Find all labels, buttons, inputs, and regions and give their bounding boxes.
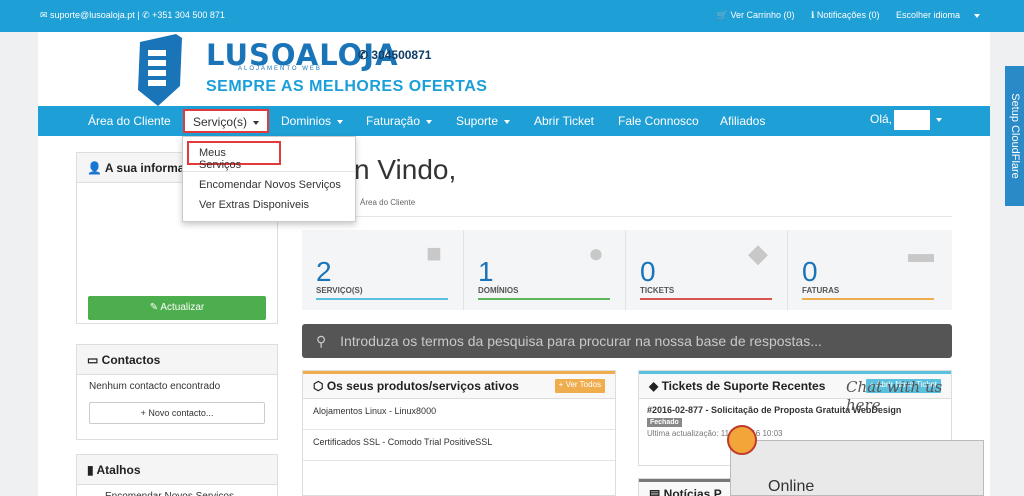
nav-dominios-label: Dominios (281, 114, 332, 128)
cloudflare-tab[interactable]: Setup CloudFlare (1005, 66, 1024, 206)
stat-value: 2 (316, 256, 332, 287)
stat-value: 0 (640, 256, 656, 287)
shield-logo-icon (138, 34, 182, 106)
status-badge: Fechado (647, 418, 682, 427)
products-title: Os seus produtos/serviços ativos (326, 379, 519, 393)
cart-link[interactable]: 🛒 Ver Carrinho (0) (717, 10, 795, 20)
dropdown-meus-servicos[interactable]: Meus Serviços (187, 141, 281, 171)
language-selector[interactable]: Escolher idioma (896, 10, 980, 20)
services-dropdown: Meus Serviços Encomendar Novos Serviços … (182, 136, 356, 222)
top-actions: 🛒 Ver Carrinho (0) ℹ Notificações (0) Es… (703, 10, 980, 21)
nav-faturacao[interactable]: Faturação (366, 114, 433, 128)
stat-tickets[interactable]: ◆ 0 TICKETS (626, 230, 788, 310)
nav-dominios[interactable]: Dominios (281, 114, 344, 128)
page-title: n Vindo, (354, 154, 457, 185)
cloudflare-label: Setup CloudFlare (1009, 93, 1021, 179)
chat-online-label: Online (768, 478, 815, 495)
stat-value: 0 (802, 256, 818, 287)
nav-faturacao-label: Faturação (366, 114, 421, 128)
update-button[interactable]: ✎ Actualizar (88, 296, 266, 320)
chevron-down-icon (974, 13, 980, 18)
new-contact-button[interactable]: + Novo contacto... (89, 402, 265, 424)
nav-fale-connosco[interactable]: Fale Connosco (618, 114, 699, 128)
cube-icon: ■ (426, 238, 442, 268)
ticket-updated: Ultima actualização: 11/02/2016 10:03 (647, 429, 783, 438)
language-label: Escolher idioma (895, 10, 960, 20)
phone-number: 304500871 (371, 48, 432, 62)
dropdown-divider (183, 171, 355, 172)
chat-note: Chat with us here (846, 378, 943, 414)
tickets-title: Tickets de Suporte Recentes (661, 379, 826, 393)
contacts-panel: ▭ Contactos Nenhum contacto encontrado +… (76, 344, 278, 440)
nav-servicos-label: Serviço(s) (193, 115, 248, 129)
chevron-down-icon (504, 119, 511, 124)
contacts-panel-header: ▭ Contactos (77, 345, 277, 375)
user-name-redacted (894, 110, 931, 130)
page-wrapper: LUSOALOJA ALOJAMENTO WEB ✆ 304500871 SEM… (38, 32, 990, 496)
nav-area-cliente[interactable]: Área do Cliente (88, 114, 171, 128)
stat-value: 1 (478, 256, 494, 287)
stat-bar (802, 298, 934, 300)
logo-tagline: SEMPRE AS MELHORES OFERTAS (206, 78, 488, 95)
contacts-panel-title: Contactos (101, 353, 161, 367)
knowledgebase-search[interactable]: ⚲ Introduza os termos da pesquisa para p… (302, 324, 952, 358)
shortcuts-panel-title: Atalhos (96, 463, 141, 477)
stat-faturas[interactable]: ▬ 0 FATURAS (788, 230, 950, 310)
news-title: Notícias P (663, 487, 722, 496)
view-all-button[interactable]: + Ver Todos (554, 379, 605, 393)
stat-bar (640, 298, 772, 300)
search-input[interactable]: Introduza os termos da pesquisa para pro… (340, 333, 822, 349)
shortcut-link[interactable]: Encomendar Novos Serviços (77, 485, 277, 496)
chat-avatar-icon (727, 425, 757, 455)
nav-afiliados[interactable]: Afiliados (720, 114, 765, 128)
chevron-down-icon (426, 119, 433, 124)
nav-servicos[interactable]: Serviço(s) (183, 109, 270, 133)
dropdown-extras[interactable]: Ver Extras Disponiveis (199, 199, 309, 211)
products-header: ⬡ Os seus produtos/serviços ativos + Ver… (303, 371, 615, 399)
stat-servicos[interactable]: ■ 2 SERVIÇO(S) (302, 230, 464, 310)
nav-suporte-label: Suporte (456, 114, 499, 128)
chevron-down-icon (253, 120, 260, 125)
chevron-down-icon (936, 118, 943, 122)
nav-suporte[interactable]: Suporte (456, 114, 511, 128)
stat-dominios[interactable]: ● 1 DOMÍNIOS (464, 230, 626, 310)
stat-label: FATURAS (802, 286, 840, 295)
top-bar: ✉ suporte@lusoaloja.pt | ✆ +351 304 500 … (0, 0, 1024, 32)
notifications-link[interactable]: ℹ Notificações (0) (811, 10, 879, 20)
comments-icon: ◆ (748, 238, 768, 268)
logo-phone: ✆ 304500871 (358, 48, 432, 62)
stats-row: ■ 2 SERVIÇO(S) ● 1 DOMÍNIOS ◆ 0 TICKETS … (302, 230, 952, 310)
product-item[interactable]: Alojamentos Linux - Linux8000 (303, 399, 615, 430)
stat-label: DOMÍNIOS (478, 286, 519, 295)
breadcrumb-divider (302, 216, 952, 217)
product-item[interactable]: Certificados SSL - Comodo Trial Positive… (303, 430, 615, 461)
logo-subtitle: ALOJAMENTO WEB (238, 66, 322, 72)
breadcrumb[interactable]: Área do Cliente (360, 198, 415, 207)
globe-icon: ● (588, 238, 604, 268)
dropdown-encomendar[interactable]: Encomendar Novos Serviços (199, 179, 341, 191)
nav-abrir-ticket[interactable]: Abrir Ticket (534, 114, 594, 128)
search-icon: ⚲ (316, 333, 327, 349)
site-header: LUSOALOJA ALOJAMENTO WEB ✆ 304500871 SEM… (38, 32, 990, 106)
chevron-down-icon (337, 119, 344, 124)
products-box: ⬡ Os seus produtos/serviços ativos + Ver… (302, 370, 616, 496)
credit-card-icon: ▬ (908, 238, 934, 268)
stat-bar (478, 298, 610, 300)
info-panel-title: A sua informa (104, 161, 185, 175)
nav-user-menu[interactable]: Olá, (870, 110, 943, 130)
stat-label: SERVIÇO(S) (316, 286, 363, 295)
shortcuts-panel: ▮ Atalhos Encomendar Novos Serviços (76, 454, 278, 496)
nav-user-greeting: Olá, (870, 112, 893, 127)
contact-info: ✉ suporte@lusoaloja.pt | ✆ +351 304 500 … (40, 10, 225, 20)
stat-label: TICKETS (640, 286, 675, 295)
stat-bar (316, 298, 448, 300)
contacts-empty-text: Nenhum contacto encontrado (89, 381, 221, 392)
main-nav: Área do Cliente Serviço(s) Dominios Fatu… (38, 106, 990, 136)
shortcuts-panel-header: ▮ Atalhos (77, 455, 277, 485)
